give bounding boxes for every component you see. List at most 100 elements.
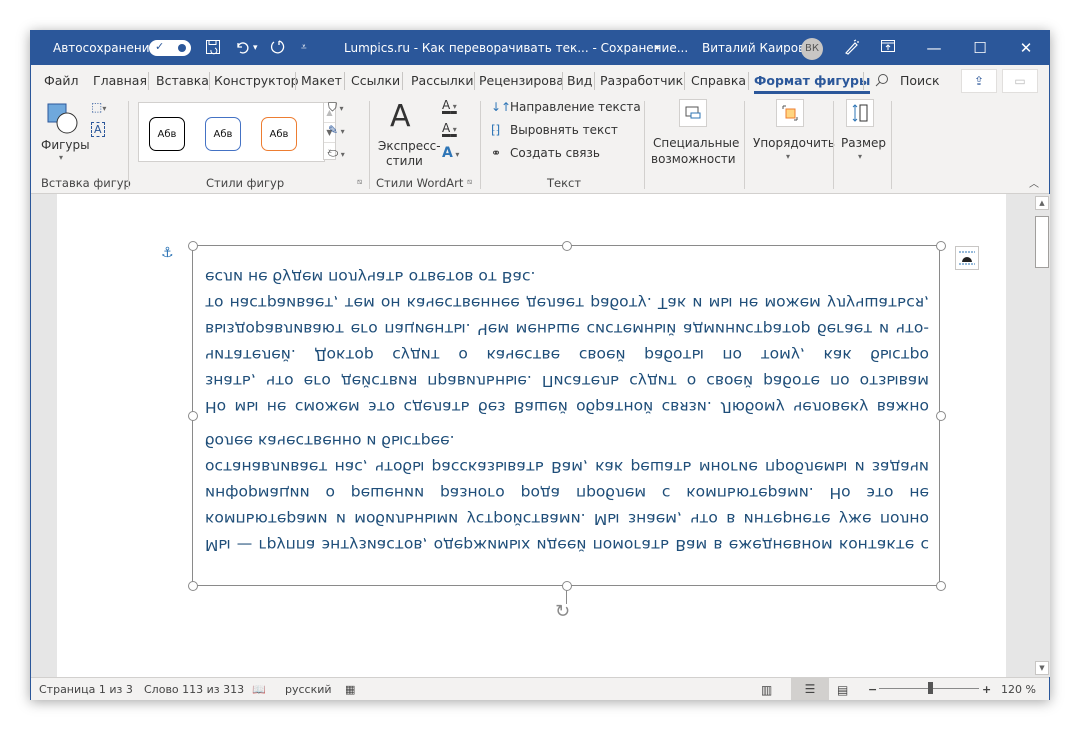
close-button[interactable]: ✕ xyxy=(1003,31,1049,65)
text-box-icon[interactable]: A xyxy=(91,122,105,137)
layout-options-button[interactable] xyxy=(955,246,979,270)
zoom-in-button[interactable]: + xyxy=(982,683,991,696)
shape-style-blue[interactable]: Абв xyxy=(205,117,241,151)
text-outline-icon[interactable]: A ▾ xyxy=(442,121,457,135)
minimize-button[interactable]: — xyxy=(911,31,957,65)
group-label-wordart: Стили WordArt xyxy=(376,176,464,190)
shape-style-orange[interactable]: Абв xyxy=(261,117,297,151)
proofing-icon[interactable]: 📖 xyxy=(252,683,266,696)
wordart-a-icon: A xyxy=(390,99,411,134)
text-fill-icon[interactable]: A ▾ xyxy=(442,98,457,112)
share-button[interactable]: ⇪ xyxy=(961,69,997,93)
scroll-up-icon[interactable]: ▲ xyxy=(1035,196,1049,210)
search-icon[interactable] xyxy=(875,73,889,90)
vertical-scrollbar[interactable]: ▲ ▼ xyxy=(1034,194,1050,677)
customize-qat-icon[interactable]: ⩡ xyxy=(301,42,307,53)
tab-design[interactable]: Конструктор xyxy=(214,73,299,88)
ribbon-tabs: Файл Главная Вставка Конструктор Макет С… xyxy=(31,65,1049,95)
size-button[interactable]: Размер ▾ xyxy=(837,99,887,174)
express-styles-button[interactable]: A Экспресс- стили xyxy=(374,99,441,171)
tab-review[interactable]: Рецензирова xyxy=(479,73,564,88)
resize-handle-top-right[interactable] xyxy=(936,241,946,251)
group-divider xyxy=(744,101,745,189)
tab-developer[interactable]: Разработчик xyxy=(600,73,683,88)
ribbon-display-icon[interactable] xyxy=(880,39,896,57)
title-bar: Автосохранение ✓ ▾ ⩡ Lumpics.ru - Как пе… xyxy=(31,31,1049,65)
arrange-label: Упорядочить xyxy=(753,136,835,150)
tab-shape-format[interactable]: Формат фигуры xyxy=(754,73,871,94)
edit-shape-icon[interactable]: ⬚▾ xyxy=(91,100,106,114)
group-divider xyxy=(369,101,370,189)
tab-insert[interactable]: Вставка xyxy=(156,73,209,88)
pen-icon[interactable] xyxy=(843,39,861,59)
share-icon: ⇪ xyxy=(973,74,985,88)
resize-handle-right[interactable] xyxy=(936,411,946,421)
text-box-shape[interactable]: Мы — группа энтузиастов, одержимых идеей… xyxy=(188,241,946,622)
group-divider xyxy=(833,101,834,189)
text-direction-label: Направление текста xyxy=(510,100,641,114)
accessibility-button[interactable]: Специальные возможности xyxy=(649,99,739,174)
language[interactable]: русский xyxy=(285,683,332,696)
flipped-text[interactable]: Мы — группа энтузиастов, одержимых идеей… xyxy=(205,256,929,558)
resize-handle-bottom-left[interactable] xyxy=(188,581,198,591)
read-mode-icon[interactable]: ▥ xyxy=(761,683,772,697)
tab-references[interactable]: Ссылки xyxy=(351,73,400,88)
align-text-label: Выровнять текст xyxy=(510,123,618,137)
dialog-launcher-icon[interactable]: ⧅ xyxy=(357,177,362,187)
macro-recorder-icon[interactable]: ▦ xyxy=(345,683,355,696)
tab-help[interactable]: Справка xyxy=(691,73,746,88)
scroll-down-icon[interactable]: ▼ xyxy=(1035,661,1049,675)
collapse-ribbon-icon[interactable]: ︿ xyxy=(1029,175,1039,190)
text-effects-icon[interactable]: A ▾ xyxy=(442,145,459,161)
tab-mailings[interactable]: Рассылки xyxy=(411,73,473,88)
tab-layout[interactable]: Макет xyxy=(301,73,342,88)
tab-file[interactable]: Файл xyxy=(44,73,79,88)
text-direction-icon: ↓↑ xyxy=(491,100,512,114)
comments-button[interactable]: ▭ xyxy=(1002,69,1038,93)
resize-handle-bottom-right[interactable] xyxy=(936,581,946,591)
group-divider xyxy=(128,101,129,189)
dialog-launcher-icon[interactable]: ⧅ xyxy=(467,177,472,187)
rotate-handle-icon[interactable]: ↻ xyxy=(555,601,570,622)
scroll-thumb[interactable] xyxy=(1035,216,1049,268)
maximize-button[interactable]: ☐ xyxy=(957,31,1003,65)
document-title[interactable]: Lumpics.ru - Как переворачивать тек... -… xyxy=(344,41,688,55)
shape-styles-gallery: Абв Абв Абв xyxy=(138,102,325,162)
shape-outline-icon[interactable]: ✎ ▾ xyxy=(328,123,345,137)
search-box[interactable]: Поиск xyxy=(900,73,940,88)
arrange-button[interactable]: Упорядочить ▾ xyxy=(749,99,835,174)
user-name[interactable]: Виталий Каиров xyxy=(702,41,805,55)
resize-handle-top-left[interactable] xyxy=(188,241,198,251)
web-layout-icon[interactable]: ▤ xyxy=(837,683,848,697)
print-layout-icon[interactable]: ☰ xyxy=(791,678,829,700)
tab-divider xyxy=(402,72,403,90)
avatar[interactable]: ВК xyxy=(801,38,823,60)
word-window: Автосохранение ✓ ▾ ⩡ Lumpics.ru - Как пе… xyxy=(30,30,1050,700)
tab-home[interactable]: Главная xyxy=(93,73,147,88)
zoom-out-button[interactable]: − xyxy=(868,683,877,696)
save-icon[interactable] xyxy=(205,39,221,59)
shape-effects-icon[interactable]: ⬭ ▾ xyxy=(328,146,345,161)
title-dropdown-icon[interactable]: ▾ xyxy=(655,43,660,53)
tab-view[interactable]: Вид xyxy=(567,73,592,88)
undo-dropdown-icon[interactable]: ▾ xyxy=(253,43,258,53)
zoom-slider-thumb[interactable] xyxy=(928,682,933,694)
align-text-icon: ⁅⁆ xyxy=(491,123,501,137)
shape-fill-icon[interactable]: ⛉ ▾ xyxy=(328,100,344,115)
alt-text-icon xyxy=(679,99,707,127)
page-count[interactable]: Страница 1 из 3 xyxy=(39,683,133,696)
resize-handle-left[interactable] xyxy=(188,411,198,421)
paragraph: Но мы не сможем это сделать без Вашей об… xyxy=(205,268,929,416)
document-page[interactable]: ⚓ Мы — группа энтузиастов, одержимых иде… xyxy=(57,194,1006,677)
resize-handle-bottom[interactable] xyxy=(562,581,572,591)
shape-style-black[interactable]: Абв xyxy=(149,117,185,151)
undo-icon[interactable] xyxy=(234,39,250,59)
redo-icon[interactable] xyxy=(269,39,285,59)
shapes-button[interactable]: Фигуры ▾ xyxy=(41,101,91,171)
autosave-toggle[interactable]: ✓ xyxy=(149,40,191,56)
resize-handle-top[interactable] xyxy=(562,241,572,251)
group-label-text: Текст xyxy=(547,176,582,190)
word-count[interactable]: Слово 113 из 313 xyxy=(144,683,244,696)
zoom-level[interactable]: 120 % xyxy=(1001,683,1036,696)
check-icon: ✓ xyxy=(155,40,165,53)
